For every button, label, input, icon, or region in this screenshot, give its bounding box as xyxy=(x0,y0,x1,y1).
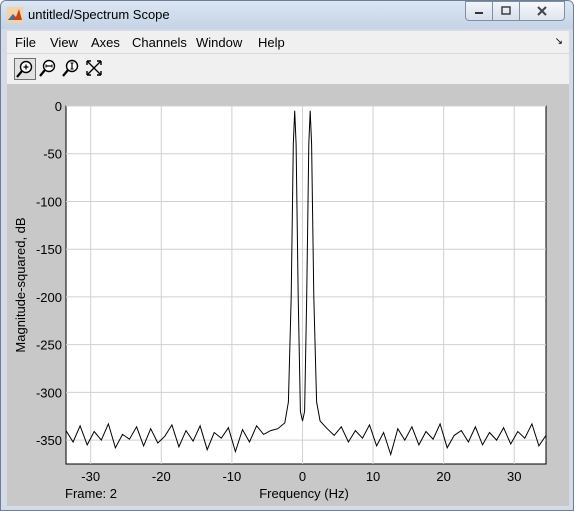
spectrum-plot[interactable]: -30 -20 -10 0 10 20 300-50-100-150-200-250-300… xyxy=(7,84,569,506)
zoom-x-icon xyxy=(39,59,56,77)
x-tick-label: -20 xyxy=(152,469,171,484)
menu-file[interactable]: File xyxy=(15,35,36,50)
menu-help[interactable]: Help xyxy=(258,35,285,50)
close-button[interactable] xyxy=(519,1,565,21)
toolbar xyxy=(7,53,569,84)
dock-arrow-icon[interactable]: ↘ xyxy=(555,36,563,47)
y-tick-label: -350 xyxy=(36,433,62,448)
matlab-icon xyxy=(7,7,23,23)
x-tick-label: -10 xyxy=(222,469,241,484)
minimize-button[interactable] xyxy=(465,1,493,21)
menu-view[interactable]: View xyxy=(50,35,78,50)
title-bar[interactable]: untitled/Spectrum Scope xyxy=(1,1,573,29)
x-axis-label: Frequency (Hz) xyxy=(259,486,349,501)
maximize-icon xyxy=(501,6,511,15)
minimize-icon xyxy=(475,12,483,14)
autoscale-icon xyxy=(86,60,102,76)
y-tick-label: -250 xyxy=(36,338,62,353)
x-tick-label: 30 xyxy=(507,469,521,484)
y-tick-label: -150 xyxy=(36,242,62,257)
menu-window[interactable]: Window xyxy=(196,35,242,50)
y-axis-label: Magnitude-squared, dB xyxy=(13,217,28,352)
axes-box xyxy=(65,105,547,465)
zoom-in-icon xyxy=(16,60,33,78)
x-tick-label: 20 xyxy=(436,469,450,484)
zoom-y-button[interactable] xyxy=(61,58,83,80)
y-tick-label: -50 xyxy=(43,147,62,162)
zoom-in-button[interactable] xyxy=(14,58,36,80)
menu-bar: File View Axes Channels Window Help ↘ xyxy=(7,31,569,53)
x-tick-label: -30 xyxy=(81,469,100,484)
zoom-x-button[interactable] xyxy=(38,58,60,80)
autoscale-button[interactable] xyxy=(84,58,106,80)
scope-window: untitled/Spectrum Scope File View Axes C… xyxy=(0,0,574,511)
close-icon xyxy=(537,6,547,16)
menu-channels[interactable]: Channels xyxy=(132,35,187,50)
window-title: untitled/Spectrum Scope xyxy=(28,7,170,22)
y-tick-label: 0 xyxy=(55,99,62,114)
maximize-button[interactable] xyxy=(492,1,520,21)
y-tick-label: -100 xyxy=(36,194,62,209)
x-tick-label: 0 xyxy=(299,469,306,484)
y-tick-label: -200 xyxy=(36,290,62,305)
frame-counter: Frame: 2 xyxy=(65,486,117,501)
zoom-y-icon xyxy=(62,59,79,77)
x-tick-label: 10 xyxy=(366,469,380,484)
menu-axes[interactable]: Axes xyxy=(91,35,120,50)
figure-area: -30 -20 -10 0 10 20 30 0 -50 -100 -150 -200 -250 -300… xyxy=(7,84,569,506)
y-tick-label: -300 xyxy=(36,385,62,400)
